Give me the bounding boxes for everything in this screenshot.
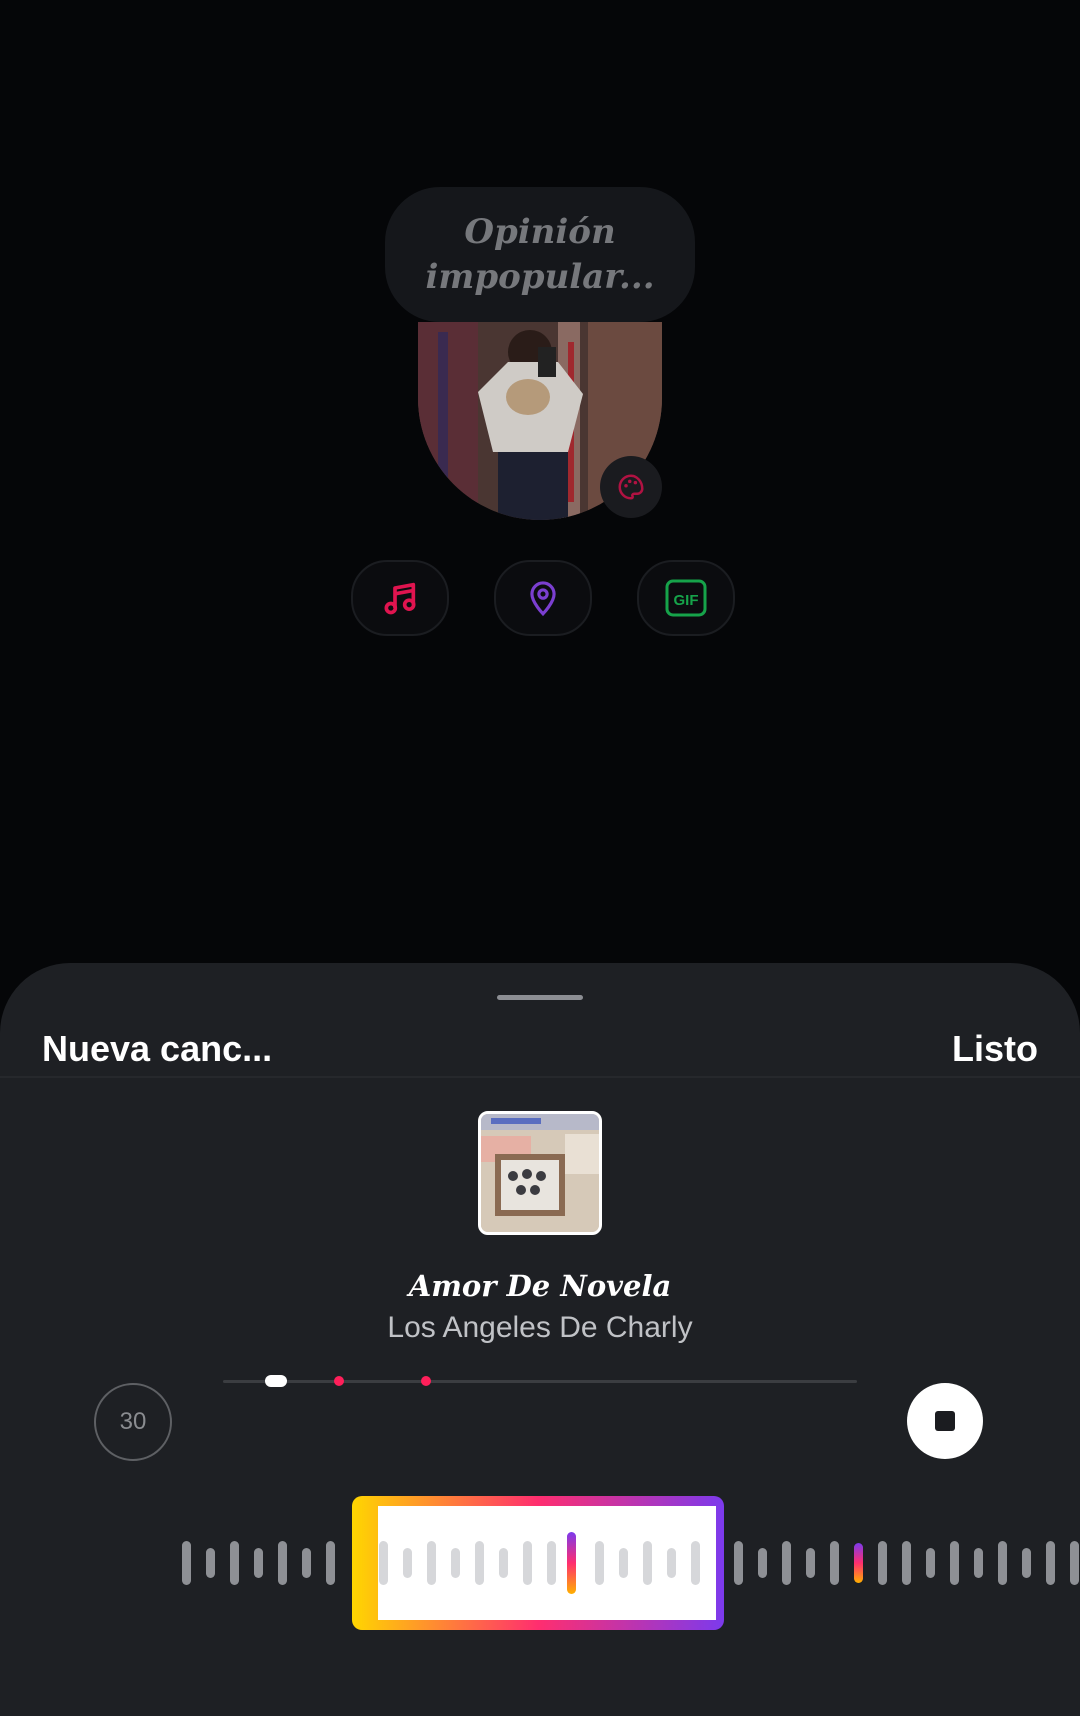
waveform-bar: [475, 1541, 484, 1585]
waveform-bar: [998, 1541, 1007, 1585]
album-art-image: [481, 1114, 599, 1232]
album-art: [478, 1111, 602, 1235]
waveform-bar: [691, 1541, 700, 1585]
waveform-bars-left: [182, 1541, 335, 1585]
waveform-bar: [1022, 1548, 1031, 1578]
music-sticker-button[interactable]: [351, 560, 449, 636]
waveform-bar: [254, 1548, 263, 1578]
waveform-bar: [782, 1541, 791, 1585]
waveform-bar: [950, 1541, 959, 1585]
song-title: Amor De Novela: [408, 1269, 672, 1303]
waveform-bar: [926, 1548, 935, 1578]
waveform-bar: [667, 1548, 676, 1578]
gif-label: GIF: [674, 592, 699, 609]
waveform-bar: [206, 1548, 215, 1578]
waveform-bar: [230, 1541, 239, 1585]
song-artist: Los Angeles De Charly: [387, 1311, 693, 1344]
song-timeline-track[interactable]: [223, 1380, 857, 1383]
waveform-bar: [830, 1541, 839, 1585]
stop-icon: [935, 1411, 955, 1431]
sticker-toolbar: GIF: [351, 560, 735, 636]
waveform-bar: [182, 1541, 191, 1585]
waveform-bar: [403, 1548, 412, 1578]
waveform-bar: [595, 1541, 604, 1585]
waveform-bar: [326, 1541, 335, 1585]
waveform-bar: [643, 1541, 652, 1585]
waveform-bar: [806, 1548, 815, 1578]
timeline-marker: [334, 1376, 344, 1386]
waveform-bar: [1070, 1541, 1079, 1585]
location-pin-icon: [530, 581, 556, 617]
waveform-bar: [547, 1541, 556, 1585]
waveform-bar: [974, 1548, 983, 1578]
gif-sticker-button[interactable]: GIF: [637, 560, 735, 636]
waveform-bar: [523, 1541, 532, 1585]
music-note-icon: [384, 582, 416, 615]
waveform-bar: [278, 1541, 287, 1585]
waveform-bar: [619, 1548, 628, 1578]
waveform-scrubber[interactable]: [0, 1493, 1080, 1633]
playhead-bar: [567, 1532, 576, 1594]
waveform-bar: [878, 1541, 887, 1585]
gif-icon: GIF: [665, 579, 707, 617]
done-button[interactable]: Listo: [952, 1028, 1038, 1070]
waveform-bar: [734, 1541, 743, 1585]
music-bottom-sheet: Nueva canc... Listo Amor De Novela Los A…: [0, 963, 1080, 1716]
waveform-bar: [302, 1548, 311, 1578]
palette-icon: [618, 474, 644, 500]
waveform-bar: [379, 1541, 388, 1585]
sheet-drag-handle[interactable]: [497, 995, 583, 1000]
stop-button[interactable]: [907, 1383, 983, 1459]
palette-button[interactable]: [600, 456, 662, 518]
waveform-bar: [1046, 1541, 1055, 1585]
waveform-bar: [758, 1548, 767, 1578]
timeline-marker: [421, 1376, 431, 1386]
waveform-bars-right: [734, 1541, 1079, 1585]
waveform-bar: [427, 1541, 436, 1585]
waveform-bar: [451, 1548, 460, 1578]
highlight-bar: [854, 1543, 863, 1583]
location-sticker-button[interactable]: [494, 560, 592, 636]
question-sticker-text: Opinión impopular...: [425, 211, 655, 297]
clip-duration-button[interactable]: 30: [94, 1383, 172, 1461]
sheet-divider: [0, 1076, 1080, 1078]
sheet-title: Nueva canc...: [42, 1028, 273, 1069]
waveform-bar: [499, 1548, 508, 1578]
song-timeline-thumb[interactable]: [265, 1375, 287, 1387]
waveform-bar: [902, 1541, 911, 1585]
question-sticker[interactable]: Opinión impopular...: [385, 187, 695, 322]
